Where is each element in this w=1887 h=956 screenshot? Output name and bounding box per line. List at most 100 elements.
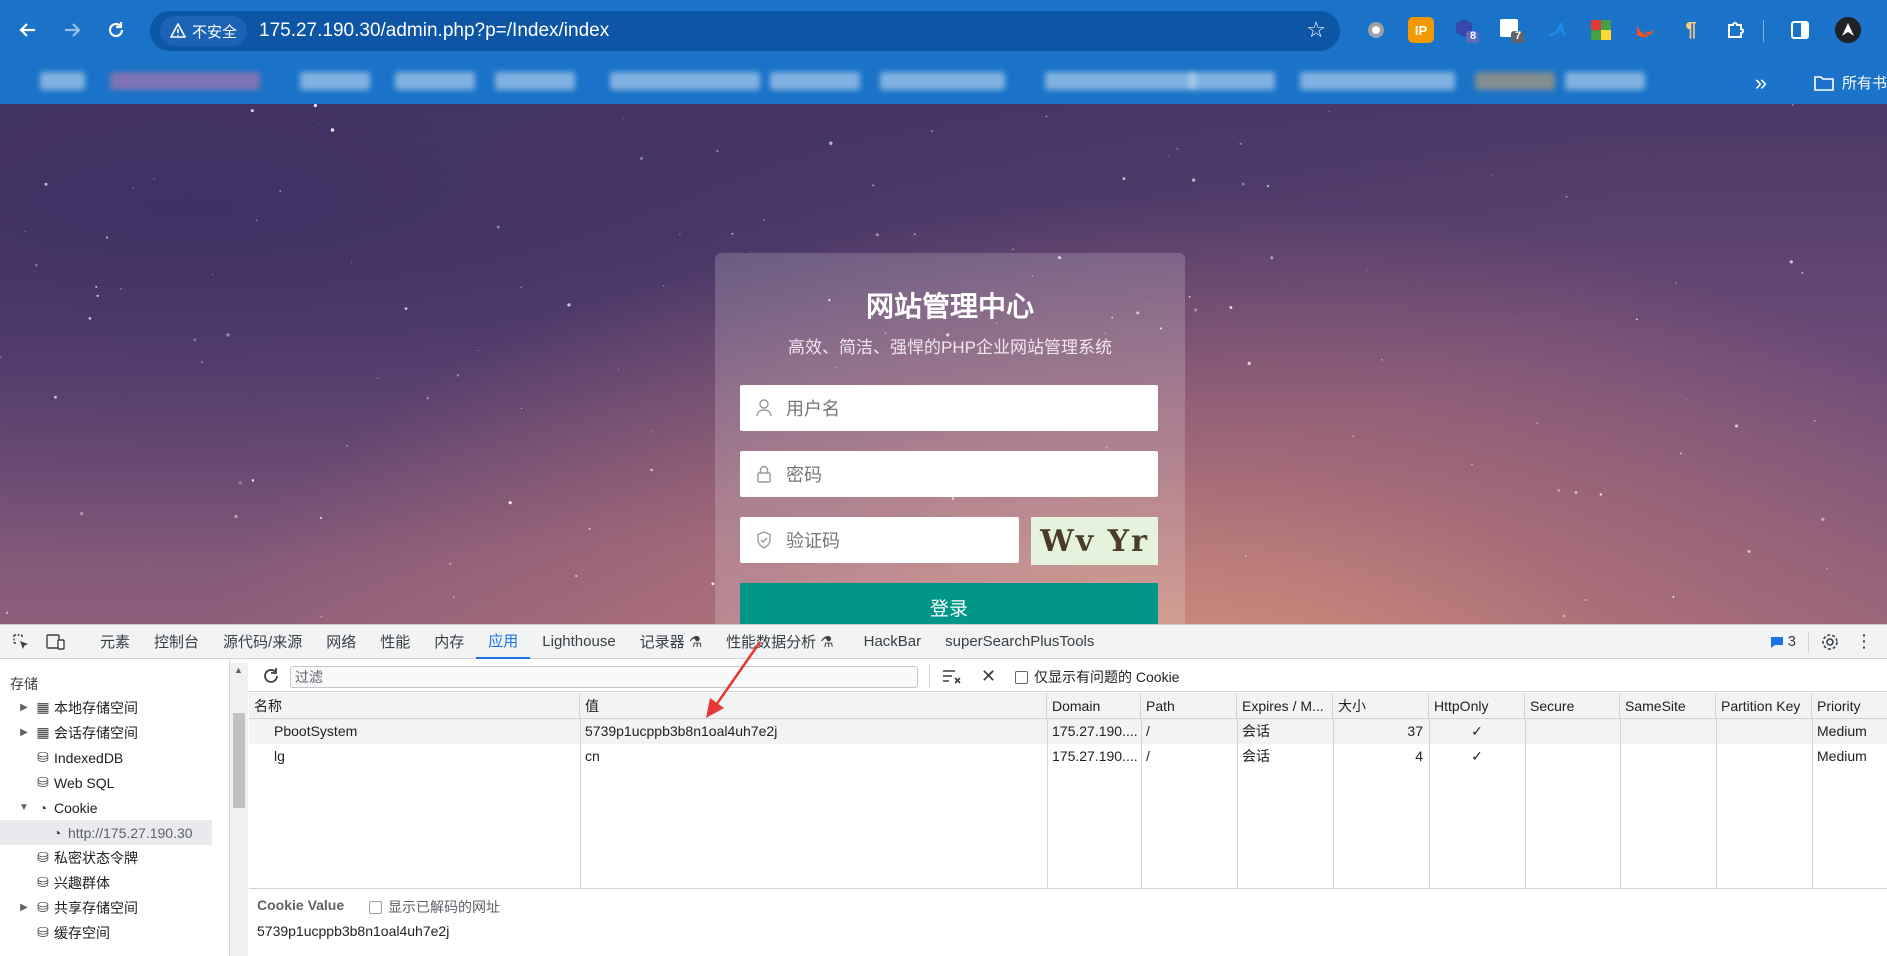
show-decoded-checkbox[interactable]: 显示已解码的网址	[369, 897, 500, 917]
sidebar-item-cache-storage[interactable]: ⛁ 缓存空间	[32, 920, 110, 945]
tab-console[interactable]: 控制台	[142, 625, 211, 659]
bookmark-star-icon[interactable]: ☆	[1306, 17, 1326, 43]
column-header-size[interactable]: 大小	[1333, 693, 1429, 719]
tab-supersearch[interactable]: superSearchPlusTools	[933, 625, 1106, 659]
username-field[interactable]: 用户名	[740, 385, 1158, 431]
tab-elements[interactable]: 元素	[78, 625, 142, 659]
star-dot	[88, 317, 92, 320]
scroll-up-icon[interactable]: ▲	[234, 665, 243, 675]
sidebar-item-indexeddb[interactable]: ⛁ IndexedDB	[32, 745, 123, 770]
column-header-partition-key[interactable]: Partition Key	[1716, 693, 1812, 719]
bookmark-item[interactable]	[1300, 72, 1455, 90]
star-dot	[1813, 419, 1816, 422]
url-text[interactable]: 175.27.190.30/admin.php?p=/Index/index	[259, 20, 609, 42]
password-field[interactable]: 密码	[740, 451, 1158, 497]
bookmark-item[interactable]	[880, 72, 1005, 90]
address-bar[interactable]: 不安全 175.27.190.30/admin.php?p=/Index/ind…	[150, 11, 1340, 51]
inspect-element-icon[interactable]	[0, 625, 42, 659]
hex-ext-icon[interactable]: 8	[1453, 17, 1479, 43]
reload-button[interactable]	[100, 14, 132, 46]
bookmark-item[interactable]	[110, 72, 260, 90]
bookmark-item[interactable]	[300, 72, 370, 90]
star-dot	[1352, 435, 1354, 438]
checkbox-box[interactable]	[369, 900, 382, 914]
login-button[interactable]: 登录	[740, 583, 1158, 624]
column-header-path[interactable]: Path	[1141, 693, 1237, 719]
collapse-triangle-icon[interactable]: ▼	[16, 802, 32, 813]
only-issues-checkbox[interactable]: 仅显示有问题的 Cookie	[1015, 667, 1179, 687]
sidebar-item-shared-storage[interactable]: ▶ ⛁ 共享存储空间	[16, 895, 138, 920]
bookmark-item[interactable]	[40, 72, 85, 90]
sidebar-item-session-storage[interactable]: ▶ ▦ 会话存储空间	[16, 720, 138, 745]
tab-lighthouse[interactable]: Lighthouse	[530, 625, 627, 659]
pilcrow-ext-icon[interactable]: ¶	[1678, 17, 1704, 43]
bookmark-item[interactable]	[1190, 72, 1275, 90]
bluebird-ext-icon[interactable]	[1543, 17, 1569, 43]
grid-ext-icon[interactable]: 7	[1498, 17, 1524, 43]
clear-all-icon[interactable]: ✕	[981, 666, 996, 687]
puzzle-ext-icon[interactable]	[1723, 17, 1749, 43]
bookmark-item[interactable]	[495, 72, 575, 90]
cookie-value-text[interactable]: 5739p1ucppb3b8n1oal4uh7e2j	[257, 923, 449, 939]
sidebar-item-websql[interactable]: ⛁ Web SQL	[32, 770, 114, 795]
settings-gear-icon[interactable]	[1809, 625, 1851, 659]
column-header-priority[interactable]: Priority	[1812, 693, 1887, 719]
expand-triangle-icon[interactable]: ▶	[16, 727, 32, 738]
tab-memory[interactable]: 内存	[422, 625, 476, 659]
swift-ext-icon[interactable]	[1633, 17, 1659, 43]
back-button[interactable]	[12, 14, 44, 46]
issues-counter[interactable]: 3	[1758, 625, 1808, 659]
bookmarks-overflow-icon[interactable]: »	[1755, 70, 1767, 96]
device-toolbar-icon[interactable]	[42, 625, 78, 659]
bookmark-item[interactable]	[395, 72, 475, 90]
captcha-image[interactable]: Wv Yr	[1031, 517, 1158, 565]
scrollbar-thumb[interactable]	[233, 713, 245, 808]
clear-filtered-icon[interactable]	[941, 666, 963, 689]
tab-network[interactable]: 网络	[314, 625, 368, 659]
filter-input[interactable]: 过滤	[290, 666, 918, 688]
sidebar-item-private-state-tokens[interactable]: ⛁ 私密状态令牌	[32, 845, 138, 870]
security-chip[interactable]: 不安全	[160, 16, 248, 46]
sidebar-item-cookie[interactable]: ▼ ◔ Cookie	[16, 795, 98, 820]
star-dot	[346, 445, 348, 447]
column-header-name[interactable]: 名称	[249, 693, 580, 719]
bookmark-item[interactable]	[1045, 72, 1195, 90]
ip-ext-icon[interactable]: IP	[1408, 17, 1434, 43]
tab-sources[interactable]: 源代码/来源	[211, 625, 314, 659]
column-header-expires[interactable]: Expires / M...	[1237, 693, 1333, 719]
tab-hackbar[interactable]: HackBar	[846, 625, 934, 659]
more-menu-icon[interactable]: ⋮	[1851, 625, 1887, 659]
bookmark-item[interactable]	[610, 72, 760, 90]
captcha-field[interactable]: 验证码	[740, 517, 1019, 563]
tab-performance[interactable]: 性能	[368, 625, 422, 659]
expand-triangle-icon[interactable]: ▶	[16, 702, 32, 713]
login-title: 网站管理中心	[865, 291, 1034, 322]
sidebar-item-interest-groups[interactable]: ⛁ 兴趣群体	[32, 870, 110, 895]
sidebar-scrollbar[interactable]: ▲	[230, 663, 248, 956]
checkbox-box[interactable]	[1015, 670, 1028, 684]
column-header-samesite[interactable]: SameSite	[1620, 693, 1716, 719]
column-header-value[interactable]: 值	[580, 693, 1047, 719]
bookmark-item[interactable]	[1565, 72, 1645, 90]
circle-ext-icon[interactable]	[1363, 17, 1389, 43]
column-header-secure[interactable]: Secure	[1525, 693, 1620, 719]
bookmark-item[interactable]	[770, 72, 860, 90]
sidepanel-icon[interactable]	[1787, 17, 1813, 43]
sidebar-item-label: Cookie	[54, 799, 98, 816]
forward-button[interactable]	[56, 14, 88, 46]
star-dot	[1234, 107, 1236, 109]
color-ext-icon[interactable]	[1588, 17, 1614, 43]
cookie-domain: 175.27.190....	[1052, 723, 1138, 739]
avatar[interactable]	[1835, 17, 1861, 43]
expand-triangle-icon[interactable]: ▶	[16, 902, 32, 913]
sidebar-item-local-storage[interactable]: ▶ ▦ 本地存储空间	[16, 695, 138, 720]
column-header-httponly[interactable]: HttpOnly	[1429, 693, 1525, 719]
bookmark-item[interactable]	[1475, 72, 1555, 90]
refresh-icon[interactable]	[261, 666, 281, 689]
cookie-toolbar: 过滤 ✕ 仅显示有问题的 Cookie	[249, 660, 1887, 692]
sidebar-item-cookie-origin[interactable]: ◔ http://175.27.190.30	[0, 820, 212, 845]
all-bookmarks-button[interactable]: 所有书	[1814, 72, 1887, 93]
tab-application[interactable]: 应用	[476, 625, 531, 659]
column-header-domain[interactable]: Domain	[1047, 693, 1141, 719]
flask-icon: ⚗	[820, 633, 834, 651]
